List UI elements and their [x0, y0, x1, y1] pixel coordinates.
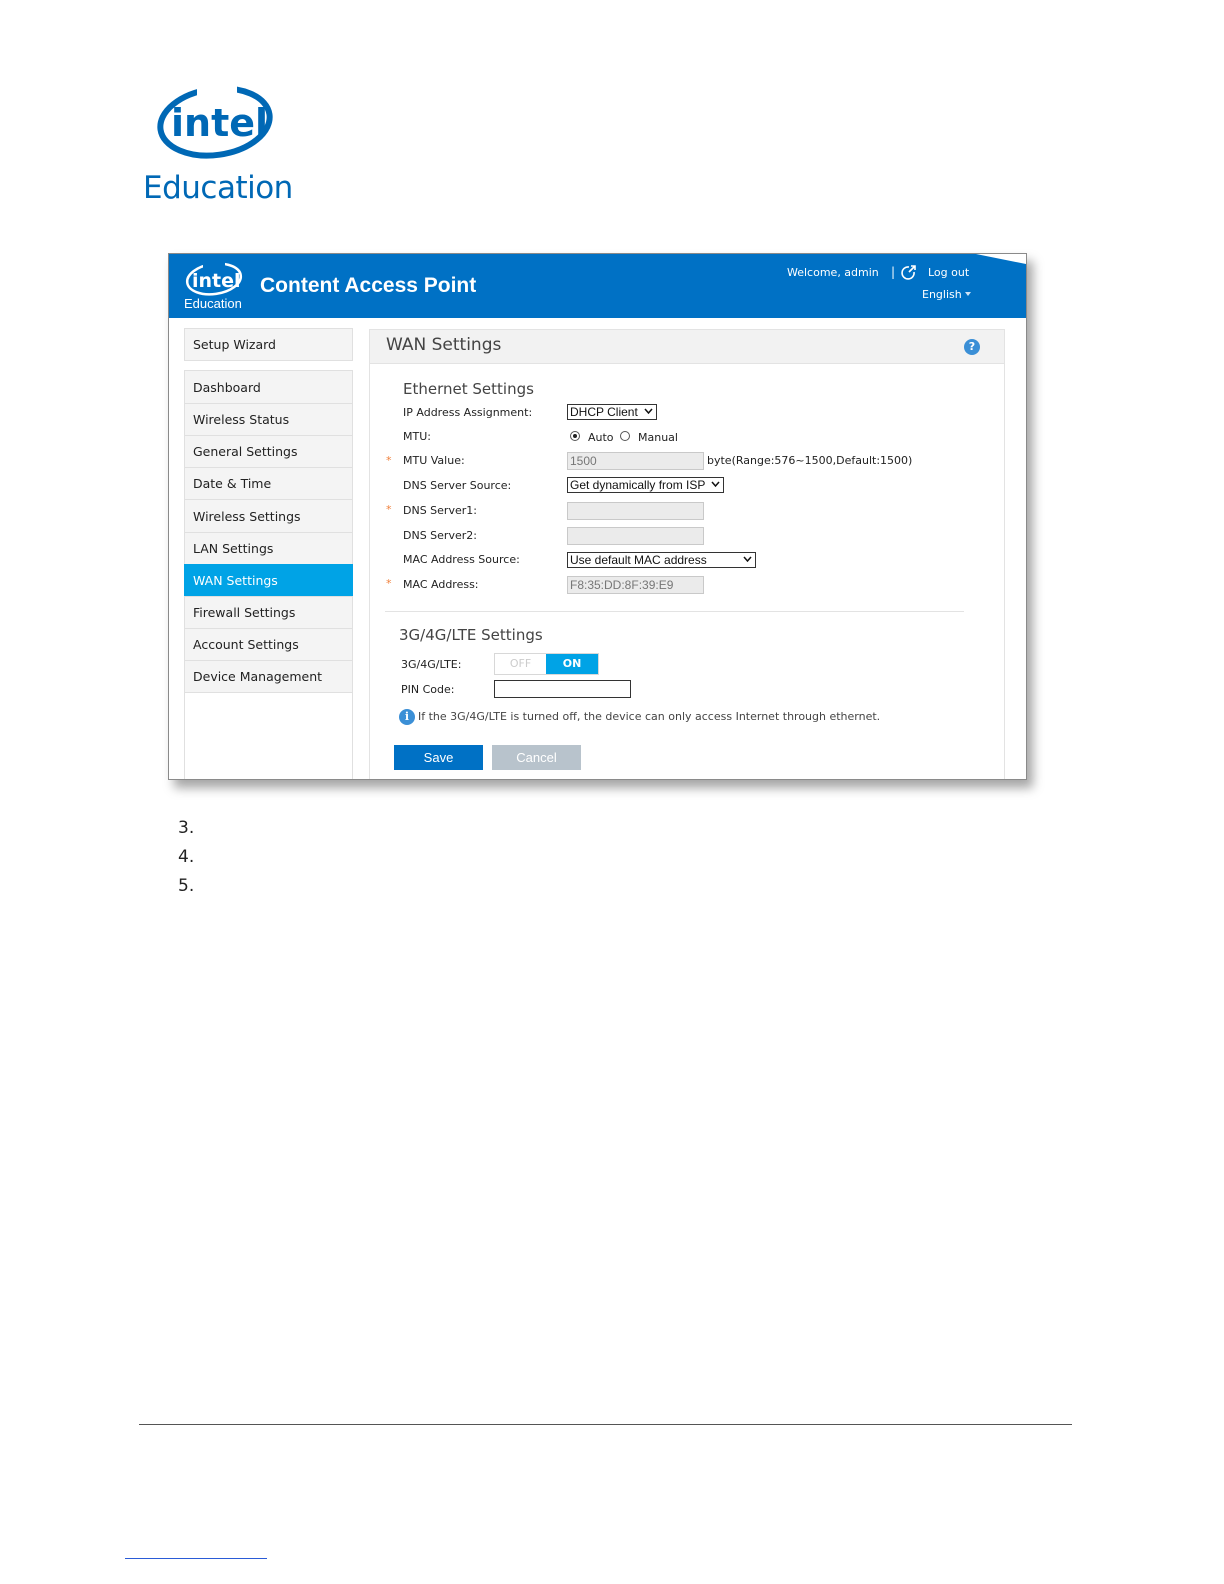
sidebar-item-wireless-settings[interactable]: Wireless Settings [184, 499, 353, 533]
required-asterisk: * [386, 577, 392, 590]
mtu-auto-radio[interactable] [570, 431, 580, 441]
list-item-number: 3. [178, 818, 195, 838]
sidebar-item-label: Account Settings [193, 637, 299, 652]
app-title: Content Access Point [260, 274, 477, 297]
sidebar-item-lan-settings[interactable]: LAN Settings [184, 532, 353, 565]
list-item-number: 5. [178, 876, 195, 896]
dns-source-select[interactable]: Get dynamically from ISP [567, 477, 724, 493]
sidebar-item-date-time[interactable]: Date & Time [184, 467, 353, 500]
sidebar-item-label: WAN Settings [193, 572, 278, 588]
lte-section-title: 3G/4G/LTE Settings [399, 626, 543, 644]
radio-selected-dot [573, 434, 577, 438]
sidebar-item-wireless-status[interactable]: Wireless Status [184, 403, 353, 436]
info-icon: i [399, 709, 415, 725]
mtu-auto-label: Auto [588, 431, 614, 444]
toggle-on-option[interactable]: ON [546, 654, 598, 674]
app-logo-subtitle: Education [184, 296, 242, 311]
dns2-input[interactable] [567, 527, 704, 545]
sidebar-item-label: Firewall Settings [193, 605, 296, 620]
lte-toggle-label: 3G/4G/LTE: [401, 658, 462, 671]
sidebar-item-label: Dashboard [193, 379, 261, 395]
mac-address-input[interactable]: F8:35:DD:8F:39:E9 [567, 576, 704, 594]
header-corner [976, 254, 1026, 264]
header-separator: | [891, 265, 896, 279]
dns2-label: DNS Server2: [403, 529, 477, 542]
mtu-manual-label: Manual [638, 431, 678, 444]
app-header: intel Education Content Access Point Wel… [169, 254, 1026, 318]
intel-education-logo: intel Education [143, 82, 293, 212]
sidebar-item-label: Date & Time [193, 476, 272, 491]
mtu-manual-radio[interactable] [620, 431, 630, 441]
ethernet-section-title: Ethernet Settings [403, 380, 534, 398]
wan-settings-panel: WAN Settings ? Ethernet Settings IP Addr… [369, 329, 1005, 779]
welcome-text: Welcome, admin [787, 266, 879, 279]
app-logo: intel Education [183, 260, 249, 314]
logo-subtitle: Education [143, 170, 293, 206]
sidebar-filler [184, 692, 353, 779]
chevron-down-icon [743, 556, 752, 563]
language-select[interactable]: English [922, 288, 971, 301]
pin-code-label: PIN Code: [401, 683, 455, 696]
footer-divider [139, 1424, 1072, 1425]
sidebar-item-label: Wireless Status [193, 412, 290, 427]
sidebar-item-label: General Settings [193, 444, 298, 459]
sidebar-item-dashboard[interactable]: Dashboard [184, 370, 353, 404]
ip-assignment-label: IP Address Assignment: [403, 406, 533, 419]
required-asterisk: * [386, 503, 392, 516]
sidebar-item-label: Wireless Settings [193, 508, 301, 524]
toggle-off-option[interactable]: OFF [495, 654, 546, 674]
logout-icon[interactable] [901, 265, 916, 280]
dns-source-label: DNS Server Source: [403, 479, 512, 492]
ip-assignment-select[interactable]: DHCP Client [567, 404, 657, 420]
lte-toggle[interactable]: OFF ON [494, 653, 599, 675]
sidebar-item-label: Setup Wizard [193, 337, 276, 352]
section-divider [385, 611, 964, 612]
dns1-label: DNS Server1: [403, 504, 477, 517]
chevron-down-icon [711, 481, 720, 488]
mtu-value-label: MTU Value: [403, 454, 465, 467]
list-item-number: 4. [178, 847, 195, 867]
sidebar-item-wan-settings[interactable]: WAN Settings [184, 564, 353, 596]
app-logo-text: intel [192, 270, 241, 292]
mtu-range-hint: byte(Range:576~1500,Default:1500) [707, 454, 913, 467]
mac-source-label: MAC Address Source: [403, 553, 520, 566]
mac-source-value: Use default MAC address [570, 553, 707, 567]
sidebar-item-account-settings[interactable]: Account Settings [184, 628, 353, 661]
language-label: English [922, 288, 962, 301]
sidebar-item-setup-wizard[interactable]: Setup Wizard [184, 328, 353, 361]
mtu-label: MTU: [403, 430, 431, 443]
sidebar-item-label: LAN Settings [193, 541, 274, 556]
intel-logo-icon: intel [157, 84, 273, 159]
sidebar-item-device-management[interactable]: Device Management [184, 660, 353, 693]
dns1-input[interactable] [567, 502, 704, 520]
panel-header: WAN Settings ? [370, 330, 1004, 364]
sidebar-item-firewall-settings[interactable]: Firewall Settings [184, 596, 353, 629]
chevron-down-icon [964, 292, 971, 296]
lte-info-text: If the 3G/4G/LTE is turned off, the devi… [418, 710, 881, 723]
mac-address-label: MAC Address: [403, 578, 479, 591]
pin-code-input[interactable] [494, 680, 631, 698]
app-screenshot: intel Education Content Access Point Wel… [168, 253, 1027, 780]
page-title: WAN Settings [386, 335, 502, 355]
sidebar-item-label: Device Management [193, 669, 323, 684]
intel-logo-icon: intel [185, 260, 243, 296]
help-icon[interactable]: ? [964, 339, 980, 355]
mtu-value-input[interactable]: 1500 [567, 452, 704, 470]
cancel-button[interactable]: Cancel [492, 745, 581, 770]
intel-logo-text: intel [171, 101, 268, 145]
required-asterisk: * [386, 454, 392, 467]
save-button[interactable]: Save [394, 745, 483, 770]
chevron-down-icon [644, 408, 653, 415]
mac-source-select[interactable]: Use default MAC address [567, 552, 756, 568]
dns-source-value: Get dynamically from ISP [570, 478, 706, 492]
logout-link[interactable]: Log out [928, 266, 969, 279]
ip-assignment-value: DHCP Client [570, 405, 638, 419]
sidebar-item-general-settings[interactable]: General Settings [184, 435, 353, 468]
footer-link-underline [125, 1558, 267, 1559]
